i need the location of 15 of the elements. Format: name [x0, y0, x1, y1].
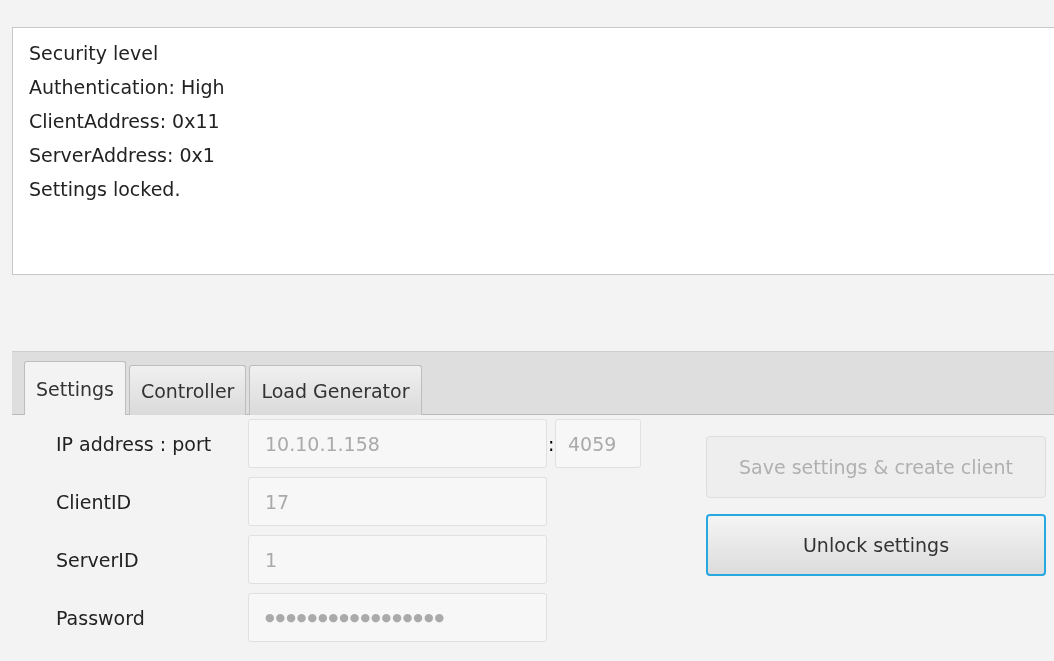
log-line: ServerAddress: 0x1 [29, 143, 216, 168]
action-button[interactable]: Unlock settings [706, 514, 1046, 576]
field-label: ClientID [56, 490, 133, 513]
separator-label: : [548, 432, 554, 455]
field-label: Password [56, 606, 146, 629]
field-label: ServerID [56, 548, 140, 571]
tab[interactable]: Settings [24, 361, 126, 415]
field-label: IP address : port [56, 432, 213, 455]
log-area[interactable]: Security level Authentication: High ClientAddress: 0x11 ServerAddress: 0x1 Settings locked. [12, 27, 1054, 275]
tab[interactable]: Load Generator [249, 365, 422, 415]
log-line: Security level [29, 41, 160, 66]
log-line: Settings locked. [29, 177, 182, 202]
tab[interactable]: Controller [128, 365, 247, 415]
log-line: Authentication: High [29, 75, 226, 100]
log-line: ClientAddress: 0x11 [29, 109, 221, 134]
